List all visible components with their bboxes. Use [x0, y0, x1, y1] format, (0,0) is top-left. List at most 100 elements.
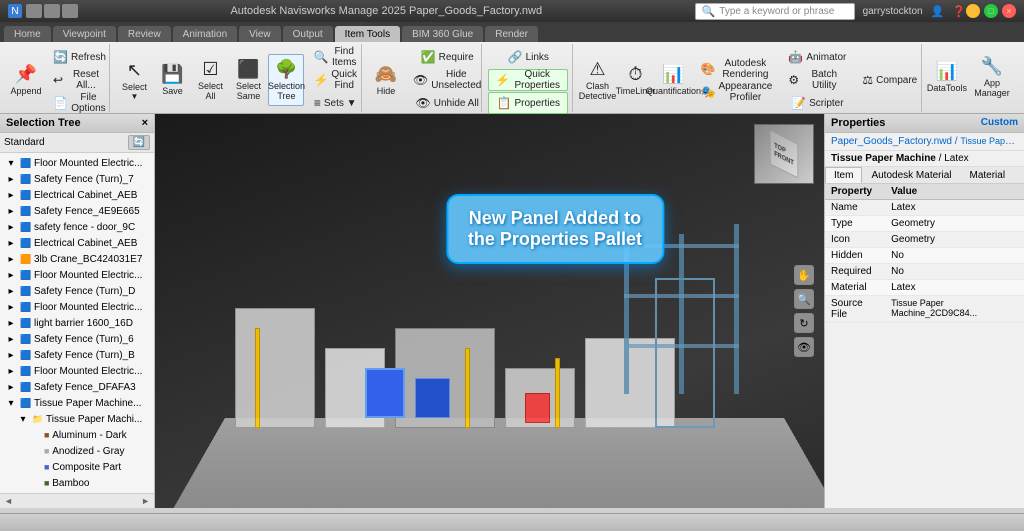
zoom-tool[interactable]: 🔍 [794, 289, 814, 309]
tab-item-tools[interactable]: Item Tools [335, 26, 400, 42]
quick-find-button[interactable]: ⚡ Quick Find [306, 69, 364, 91]
close-button[interactable]: × [1002, 4, 1016, 18]
tree-refresh-button[interactable]: 🔄 [128, 135, 150, 150]
toolbar-undo[interactable] [44, 4, 60, 18]
scripter-button[interactable]: 📝 Scripter [781, 92, 853, 114]
toolbar-redo[interactable] [62, 4, 78, 18]
tab-view[interactable]: View [239, 26, 281, 42]
list-item[interactable]: ▸🟦 Safety Fence_4E9E665 [0, 203, 154, 219]
require-button[interactable]: ✅ Require [406, 46, 488, 68]
tab-home[interactable]: Home [4, 26, 51, 42]
list-item[interactable]: ■ Composite Part [0, 459, 154, 475]
table-row[interactable]: Required No [825, 264, 1024, 280]
minimize-button[interactable]: − [966, 4, 980, 18]
list-item[interactable]: ▾📁 Tissue Paper Machi... [0, 411, 154, 427]
maximize-button[interactable]: □ [984, 4, 998, 18]
app-manager-button[interactable]: 🔧 App Manager [968, 51, 1016, 103]
tree-scrollbar[interactable]: ◄ ► [0, 493, 154, 508]
table-row[interactable]: Type Geometry [825, 216, 1024, 232]
list-item[interactable]: ▸🟦 light barrier 1600_16D [0, 315, 154, 331]
list-item[interactable]: ▸🟦 Electrical Cabinet_AEB [0, 187, 154, 203]
properties-subtitle: Tissue Paper Machine / Latex [825, 151, 1024, 167]
refresh-icon: 🔄 [53, 50, 68, 64]
orbit-tool[interactable]: ↻ [794, 313, 814, 333]
animator-button[interactable]: 🤖 Animator [781, 46, 853, 68]
list-item[interactable]: ▸🟦 Safety Fence (Turn)_6 [0, 331, 154, 347]
list-item[interactable]: ▸🟦 Floor Mounted Electric... [0, 363, 154, 379]
appearance-icon: 🎭 [700, 85, 715, 99]
look-tool[interactable]: 👁 [794, 337, 814, 357]
find-items-button[interactable]: 🔍 Find Items [306, 46, 364, 68]
selection-tree-panel: Selection Tree × Standard 🔄 ▾🟦 Floor Mou… [0, 114, 155, 508]
tab-review[interactable]: Review [118, 26, 171, 42]
list-item[interactable]: ▸🟦 safety fence - door_9C [0, 219, 154, 235]
properties-button[interactable]: 📋 Properties [488, 92, 568, 114]
datatools-button[interactable]: 📊 DataTools [928, 51, 966, 103]
links-icon: 🔗 [508, 50, 523, 64]
reset-all-button[interactable]: ↩ Reset All... [46, 69, 113, 91]
batch-utility-button[interactable]: ⚙ Batch Utility [781, 69, 853, 91]
expand-icon: ▸ [4, 236, 18, 250]
find-icon: 🔍 [313, 50, 328, 64]
pan-tool[interactable]: ✋ [794, 265, 814, 285]
search-bar[interactable]: 🔍 Type a keyword or phrase [695, 3, 855, 20]
hide-unselected-button[interactable]: 👁 Hide Unselected [406, 69, 488, 91]
leaf-icon [28, 444, 42, 458]
table-row[interactable]: Source File Tissue Paper Machine_2CD9C84… [825, 296, 1024, 323]
viewport[interactable]: New Panel Added to the Properties Pallet… [155, 114, 824, 508]
list-item[interactable]: ▸🟦 Safety Fence (Turn)_D [0, 283, 154, 299]
table-row[interactable]: Material Latex [825, 280, 1024, 296]
select-same-button[interactable]: ⬛ Select Same [230, 54, 266, 106]
list-item[interactable]: ▾🟦 Tissue Paper Machine... [0, 395, 154, 411]
list-item[interactable]: ■ Aluminum - Dark [0, 427, 154, 443]
nav-cube[interactable]: TOPFRONT [754, 124, 814, 184]
select-button[interactable]: ↖ Select ▼ [116, 54, 152, 106]
toolbar-quick-access[interactable] [26, 4, 42, 18]
expand-icon: ▸ [4, 188, 18, 202]
sets-button[interactable]: ≡ Sets ▼ [306, 92, 364, 114]
refresh-button[interactable]: 🔄 Refresh [46, 46, 113, 68]
quick-properties-button[interactable]: ⚡ Quick Properties [488, 69, 568, 91]
tab-render[interactable]: Render [485, 26, 538, 42]
quick-props-icon: ⚡ [495, 73, 510, 87]
ribbon-group-display: 🔗 Links ⚡ Quick Properties 📋 Properties [484, 44, 573, 112]
list-item[interactable]: ▸🟦 Safety Fence (Turn)_7 [0, 171, 154, 187]
selection-tree-button[interactable]: 🌳 Selection Tree [268, 54, 304, 106]
timeliner-button[interactable]: ⏱ TimeLiner [617, 54, 653, 106]
prop-tab-item[interactable]: Item [825, 167, 862, 183]
custom-label[interactable]: Custom [981, 117, 1018, 129]
tab-viewpoint[interactable]: Viewpoint [53, 26, 116, 42]
list-item[interactable]: ■ Anodized - Gray [0, 443, 154, 459]
tree-close-button[interactable]: × [142, 117, 148, 129]
list-item[interactable]: ▸🟦 Electrical Cabinet_AEB [0, 235, 154, 251]
list-item[interactable]: ▾🟦 Floor Mounted Electric... [0, 155, 154, 171]
prop-tab-autodesk-material[interactable]: Autodesk Material [862, 167, 960, 183]
save-button[interactable]: 💾 Save [154, 54, 190, 106]
list-item[interactable]: ▸🟦 Floor Mounted Electric... [0, 299, 154, 315]
table-row[interactable]: Hidden No [825, 248, 1024, 264]
clash-detective-button[interactable]: ⚠ Clash Detective [579, 54, 615, 106]
select-all-button[interactable]: ☑ Select All [192, 54, 228, 106]
hide-button[interactable]: 🙈 Hide [368, 54, 404, 106]
properties-panel: Properties Custom Paper_Goods_Factory.nw… [824, 114, 1024, 508]
list-item[interactable]: ▸🟦 Floor Mounted Electric... [0, 267, 154, 283]
list-item[interactable]: ▸🟦 Safety Fence (Turn)_B [0, 347, 154, 363]
links-button[interactable]: 🔗 Links [488, 46, 568, 68]
list-item[interactable]: ▸🟧 3lb Crane_BC424031E7 [0, 251, 154, 267]
compare-button[interactable]: ⚖ Compare [855, 69, 924, 91]
table-row[interactable]: Icon Geometry [825, 232, 1024, 248]
sets-icon: ≡ [314, 96, 321, 110]
append-button[interactable]: 📌 Append [8, 54, 44, 106]
tab-animation[interactable]: Animation [173, 26, 237, 42]
unhide-all-button[interactable]: 👁 Unhide All [406, 92, 488, 114]
autodesk-rendering-button[interactable]: 🎨 Autodesk Rendering [693, 58, 779, 80]
list-item[interactable]: ■ Bamboo [0, 475, 154, 491]
prop-tab-material[interactable]: Material [961, 167, 1015, 183]
table-row[interactable]: Name Latex [825, 200, 1024, 216]
tab-output[interactable]: Output [283, 26, 333, 42]
file-options-button[interactable]: 📄 File Options [46, 92, 113, 114]
quantification-button[interactable]: 📊 Quantification [655, 54, 691, 106]
list-item[interactable]: ▸🟦 Safety Fence_DFAFA3 [0, 379, 154, 395]
tab-bim360[interactable]: BIM 360 Glue [402, 26, 483, 42]
appearance-profiler-button[interactable]: 🎭 Appearance Profiler [693, 81, 779, 103]
